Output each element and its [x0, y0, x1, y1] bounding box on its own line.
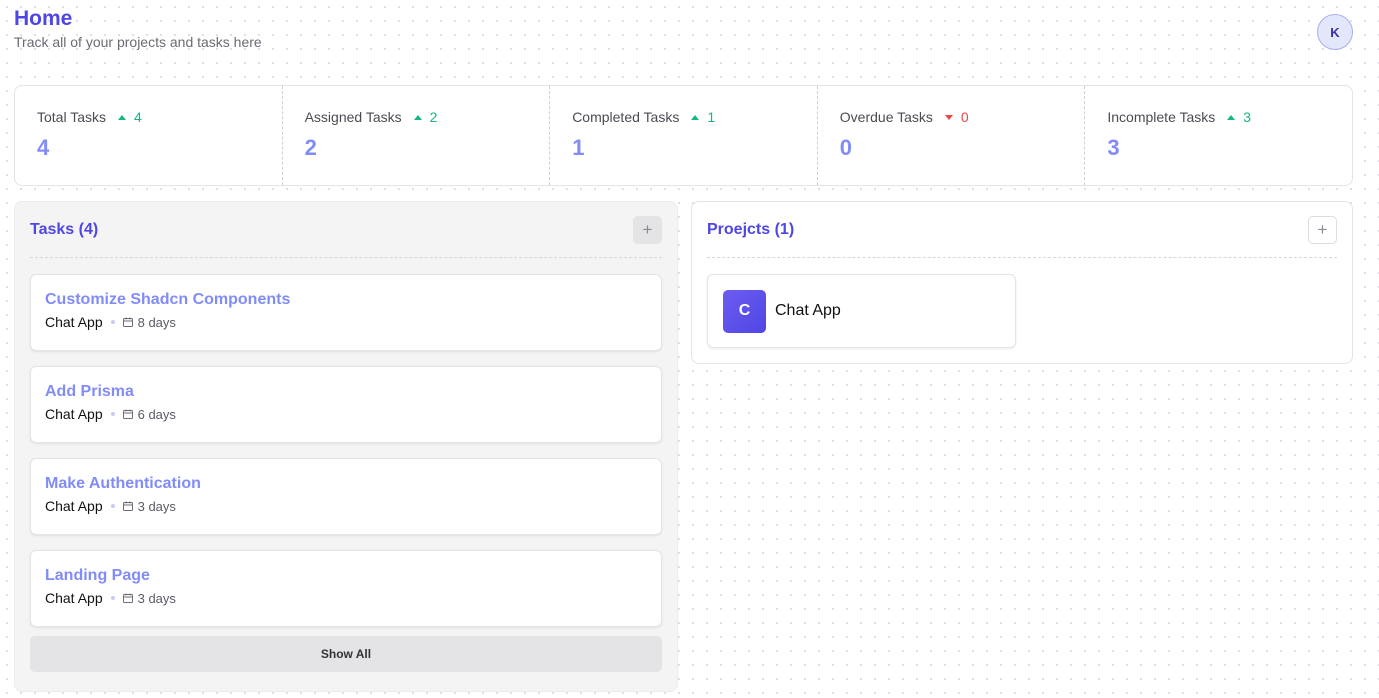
projects-title: Proejcts (1): [707, 220, 795, 238]
project-avatar: C: [723, 289, 766, 333]
stats-bar: Total Tasks 4 4 Assigned Tasks 2 2 Compl…: [14, 85, 1353, 186]
trend-value: 4: [134, 109, 142, 125]
stat-label: Total Tasks: [37, 109, 106, 125]
stat-label: Incomplete Tasks: [1107, 109, 1216, 125]
task-due: 3 days: [137, 498, 176, 514]
add-project-button[interactable]: +: [1308, 215, 1337, 244]
projects-panel-header: Proejcts (1) +: [707, 202, 1337, 258]
stat-assigned-tasks: Assigned Tasks 2 2: [281, 86, 550, 185]
task-due: 8 days: [137, 314, 176, 330]
calendar-icon: [122, 593, 133, 603]
tasks-panel: Tasks (4) + Customize Shadcn Components …: [14, 201, 678, 692]
page-subtitle: Track all of your projects and tasks her…: [14, 34, 262, 50]
task-due: 3 days: [137, 590, 176, 606]
projects-panel: Proejcts (1) + C Chat App: [691, 201, 1353, 364]
stat-value: 3: [1107, 135, 1120, 160]
stat-incomplete-tasks: Incomplete Tasks 3 3: [1084, 86, 1352, 185]
calendar-icon: [122, 409, 133, 419]
task-due: 6 days: [137, 406, 176, 422]
trend-indicator: 4: [118, 109, 142, 125]
trend-indicator: 1: [691, 109, 715, 125]
user-avatar[interactable]: K: [1317, 14, 1353, 50]
tasks-panel-header: Tasks (4) +: [30, 202, 662, 258]
task-list: Customize Shadcn Components Chat App 8 d…: [30, 258, 662, 672]
task-name: Add Prisma: [45, 383, 134, 400]
task-card[interactable]: Add Prisma Chat App 6 days: [30, 366, 662, 443]
show-all-button[interactable]: Show All: [30, 636, 662, 672]
stat-value: 4: [37, 135, 50, 160]
separator-dot: [110, 412, 115, 416]
project-name: Chat App: [775, 302, 841, 319]
task-project: Chat App: [45, 314, 103, 330]
task-project: Chat App: [45, 590, 103, 606]
stat-overdue-tasks: Overdue Tasks 0 0: [816, 86, 1085, 185]
tasks-title: Tasks (4): [30, 220, 99, 238]
stat-value: 1: [572, 135, 585, 160]
separator-dot: [110, 596, 115, 600]
trend-value: 1: [707, 109, 716, 125]
task-project: Chat App: [45, 498, 103, 514]
stat-label: Completed Tasks: [572, 109, 680, 125]
trend-value: 0: [960, 109, 969, 125]
trend-value: 2: [429, 109, 438, 125]
separator-dot: [110, 504, 115, 508]
stat-value: 2: [304, 135, 317, 160]
add-task-button[interactable]: +: [633, 215, 662, 244]
task-project: Chat App: [45, 406, 103, 422]
trend-value: 3: [1243, 109, 1252, 125]
trend-up-icon: [691, 114, 700, 120]
trend-indicator: 0: [944, 109, 969, 125]
stat-completed-tasks: Completed Tasks 1 1: [549, 86, 817, 185]
task-name: Customize Shadcn Components: [45, 291, 291, 308]
trend-up-icon: [413, 114, 422, 120]
task-card[interactable]: Make Authentication Chat App 3 days: [30, 458, 662, 535]
page-header: Home Track all of your projects and task…: [14, 6, 262, 50]
separator-dot: [110, 320, 115, 324]
stat-total-tasks: Total Tasks 4 4: [15, 86, 282, 185]
trend-up-icon: [118, 114, 126, 120]
task-name: Make Authentication: [45, 475, 201, 492]
task-name: Landing Page: [45, 567, 150, 584]
trend-down-icon: [944, 114, 953, 120]
trend-indicator: 3: [1227, 109, 1251, 125]
stat-label: Assigned Tasks: [304, 109, 402, 125]
project-card[interactable]: C Chat App: [707, 274, 1016, 348]
stat-value: 0: [839, 135, 853, 160]
calendar-icon: [122, 501, 133, 511]
task-card[interactable]: Landing Page Chat App 3 days: [30, 550, 662, 627]
trend-indicator: 2: [413, 109, 438, 125]
dashboard-page: Home Track all of your projects and task…: [0, 0, 1379, 698]
calendar-icon: [122, 317, 133, 327]
stat-label: Overdue Tasks: [839, 109, 933, 125]
page-title: Home: [14, 7, 73, 30]
trend-up-icon: [1227, 114, 1236, 120]
task-card[interactable]: Customize Shadcn Components Chat App 8 d…: [30, 274, 662, 351]
